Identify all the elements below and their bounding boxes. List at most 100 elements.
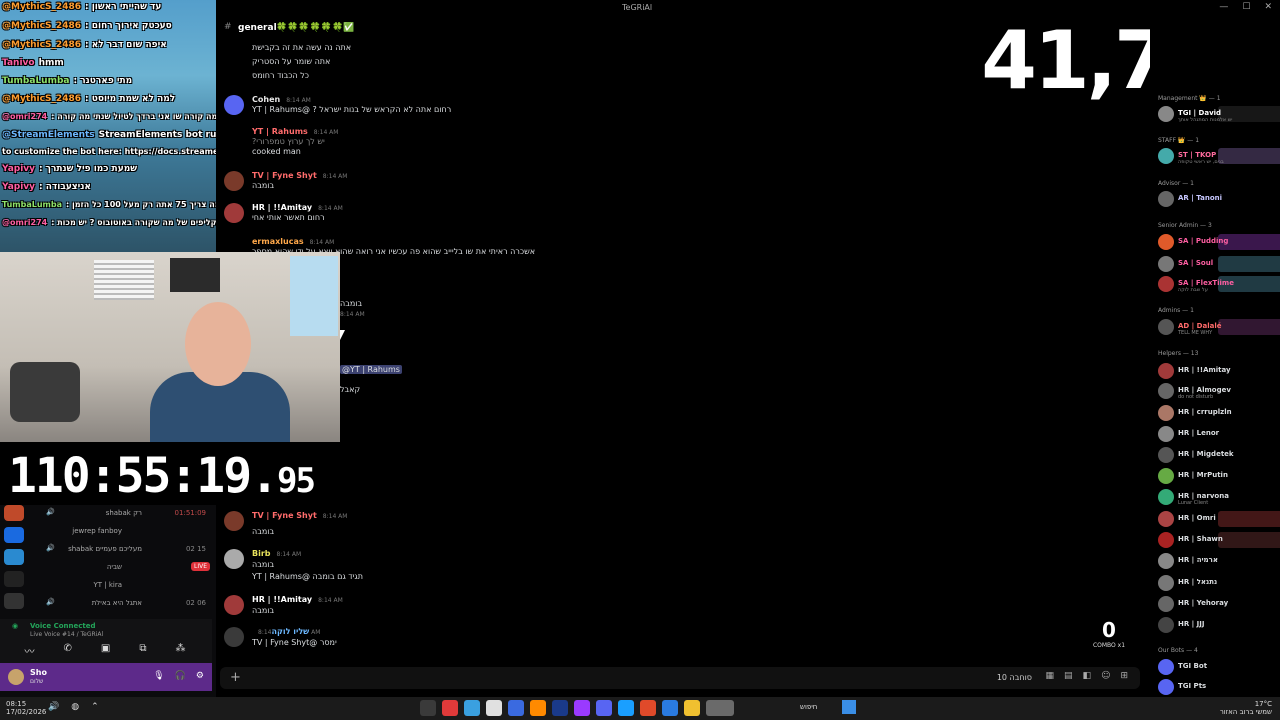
taskbar-clock[interactable]: 08:15 17/02/2026 — [6, 700, 46, 716]
volume-icon[interactable]: 🔊 — [48, 702, 59, 712]
settings-icon[interactable]: ⚙ — [196, 671, 204, 681]
taskbar-app[interactable] — [442, 700, 458, 716]
activities-icon[interactable]: ⁂ — [175, 643, 185, 658]
close-button[interactable]: ✕ — [1264, 2, 1272, 12]
taskbar-app[interactable] — [574, 700, 590, 716]
taskbar-app[interactable] — [530, 700, 546, 716]
member-item[interactable]: AR | Tanoni — [1158, 190, 1278, 208]
member-item[interactable]: HR | Migdetek — [1158, 446, 1278, 464]
message-author[interactable]: TV | Fyne Shyt 8:14 AM — [252, 171, 347, 180]
camera-icon[interactable]: ▣ — [101, 643, 110, 658]
message-author[interactable]: YT | Rahums 8:14 AM — [252, 127, 338, 136]
avatar[interactable] — [224, 203, 244, 223]
taskbar-app[interactable] — [640, 700, 656, 716]
member-item[interactable]: HR | ארמיה — [1158, 552, 1278, 570]
emoji-icon[interactable]: ☺ — [1101, 671, 1110, 681]
disconnect-icon[interactable]: ✆ — [64, 643, 72, 658]
server-icon[interactable] — [4, 549, 24, 565]
voice-connection-panel: ◉ Voice Connected Live Voice #14 / TeGRi… — [0, 619, 212, 665]
member-item[interactable]: SA | FlexTiime על שבת לוקה — [1158, 275, 1280, 293]
member-item[interactable]: HR | Almogev do not disturb — [1158, 382, 1278, 400]
message-author[interactable]: Cohen 8:14 AM — [252, 95, 311, 104]
message-author[interactable]: HR | !!Amitay 8:14 AM — [252, 595, 343, 604]
voice-user[interactable]: YT | kira — [42, 577, 212, 595]
member-item[interactable]: SA | Soul — [1158, 255, 1280, 273]
server-icon[interactable] — [4, 527, 24, 543]
avatar[interactable] — [224, 627, 244, 647]
chat-message: TV | Fyne Shyt 8:14 AM בומבה — [224, 171, 824, 201]
member-item[interactable]: HR | JJJ — [1158, 616, 1278, 634]
apps-icon[interactable]: ⊞ — [1120, 671, 1128, 681]
user-status: שלום — [30, 678, 44, 685]
network-icon[interactable]: ◍ — [71, 702, 79, 712]
message-input[interactable]: + סוחבה 10 ▦ ▤ ◧ ☺ ⊞ — [220, 667, 1140, 689]
member-item[interactable]: HR | נתנאל — [1158, 574, 1278, 592]
avatar[interactable] — [224, 511, 244, 531]
voice-channel[interactable]: 🔊 shabak מעליכם פעמיים 02 15 — [42, 541, 212, 559]
message-author[interactable]: TV | Fyne Shyt 8:14 AM — [252, 511, 347, 520]
message-author[interactable]: HR | !!Amitay 8:14 AM — [252, 203, 343, 212]
monitor-shape — [170, 258, 220, 292]
voice-channel[interactable]: 🔊 אתגל היא באילת 02 06 — [42, 595, 212, 613]
user-name[interactable]: Sho — [30, 668, 47, 677]
message-author[interactable]: Birb 8:14 AM — [252, 549, 301, 558]
taskbar-app[interactable] — [618, 700, 634, 716]
member-item[interactable]: SA | Pudding — [1158, 233, 1280, 251]
screen-share-icon[interactable]: ⧉ — [139, 643, 146, 658]
member-item[interactable]: TGI | David יש אלמנות המתנהל אותך — [1158, 105, 1280, 123]
member-item[interactable]: AD | Dalalé TELL ME WHY — [1158, 318, 1280, 336]
member-item[interactable]: HR | Omri — [1158, 510, 1280, 528]
chevron-up-icon[interactable]: ⌃ — [91, 702, 99, 712]
member-item[interactable]: ST | TKOP בנים, יש ראשי טקופה — [1158, 147, 1280, 165]
message-author[interactable]: שליו לוקה8:14 AM — [252, 627, 320, 636]
server-icon[interactable] — [4, 505, 24, 521]
member-item[interactable]: HR | Lenor — [1158, 425, 1278, 443]
voice-channel-info[interactable]: Live Voice #14 / TeGRiAl — [30, 631, 103, 638]
voice-user[interactable]: שביה LIVE — [42, 559, 212, 577]
taskbar-app[interactable] — [662, 700, 678, 716]
message-author[interactable]: ermaxlucas 8:14 AM — [252, 237, 334, 246]
sticker-icon[interactable]: ◧ — [1083, 671, 1092, 681]
member-item[interactable]: HR | !!Amitay — [1158, 362, 1278, 380]
weather-widget[interactable]: 17°C שמשי ברוב האזור — [1220, 700, 1272, 716]
microphone-icon[interactable]: 🎙 — [153, 671, 164, 681]
member-item[interactable]: TGI Pts — [1158, 678, 1278, 696]
gift-icon[interactable]: ▦ — [1046, 671, 1055, 681]
member-item[interactable]: HR | Shawn — [1158, 531, 1280, 549]
member-item[interactable]: HR | MrPutin — [1158, 467, 1278, 485]
noise-suppression-icon[interactable]: 〰 — [25, 643, 35, 658]
member-item[interactable]: HR | crruplzln — [1158, 404, 1278, 422]
taskbar-app[interactable] — [464, 700, 480, 716]
mention[interactable]: @YT | Rahums — [340, 365, 402, 374]
message-time: 8:14 AM — [340, 311, 365, 318]
server-icon[interactable] — [4, 571, 24, 587]
member-item[interactable]: TGI Bot — [1158, 658, 1278, 676]
headphones-icon[interactable]: 🎧 — [175, 671, 186, 681]
taskbar-app[interactable] — [486, 700, 502, 716]
member-list: Management 👑 — 1 STAFF 👑 — 1 Advisor — 1… — [1150, 17, 1280, 697]
taskbar-app[interactable] — [508, 700, 524, 716]
voice-channel[interactable]: 🔊 shabak רק 01:51:09 — [42, 505, 212, 523]
taskbar-app[interactable] — [552, 700, 568, 716]
user-avatar[interactable] — [8, 669, 24, 685]
streamer-head — [185, 302, 251, 386]
avatar[interactable] — [224, 595, 244, 615]
member-group-label: Our Bots — 4 — [1158, 647, 1198, 654]
maximize-button[interactable]: ☐ — [1242, 2, 1250, 12]
taskbar-app[interactable] — [706, 700, 734, 716]
avatar[interactable] — [224, 95, 244, 115]
member-item[interactable]: HR | narvona Lunar Client — [1158, 488, 1278, 506]
avatar[interactable] — [224, 549, 244, 569]
taskbar-app[interactable] — [596, 700, 612, 716]
minimize-button[interactable]: — — [1219, 2, 1228, 12]
add-attachment-icon[interactable]: + — [230, 670, 241, 685]
start-button[interactable] — [842, 700, 856, 714]
member-item[interactable]: HR | Yehoray — [1158, 595, 1278, 613]
taskbar-search[interactable]: חיפוש — [800, 703, 817, 711]
voice-user[interactable]: jewrep fanboy — [42, 523, 212, 541]
server-icon[interactable] — [4, 593, 24, 609]
taskbar-app[interactable] — [684, 700, 700, 716]
gif-icon[interactable]: ▤ — [1064, 671, 1073, 681]
taskbar-app[interactable] — [420, 700, 436, 716]
avatar[interactable] — [224, 171, 244, 191]
